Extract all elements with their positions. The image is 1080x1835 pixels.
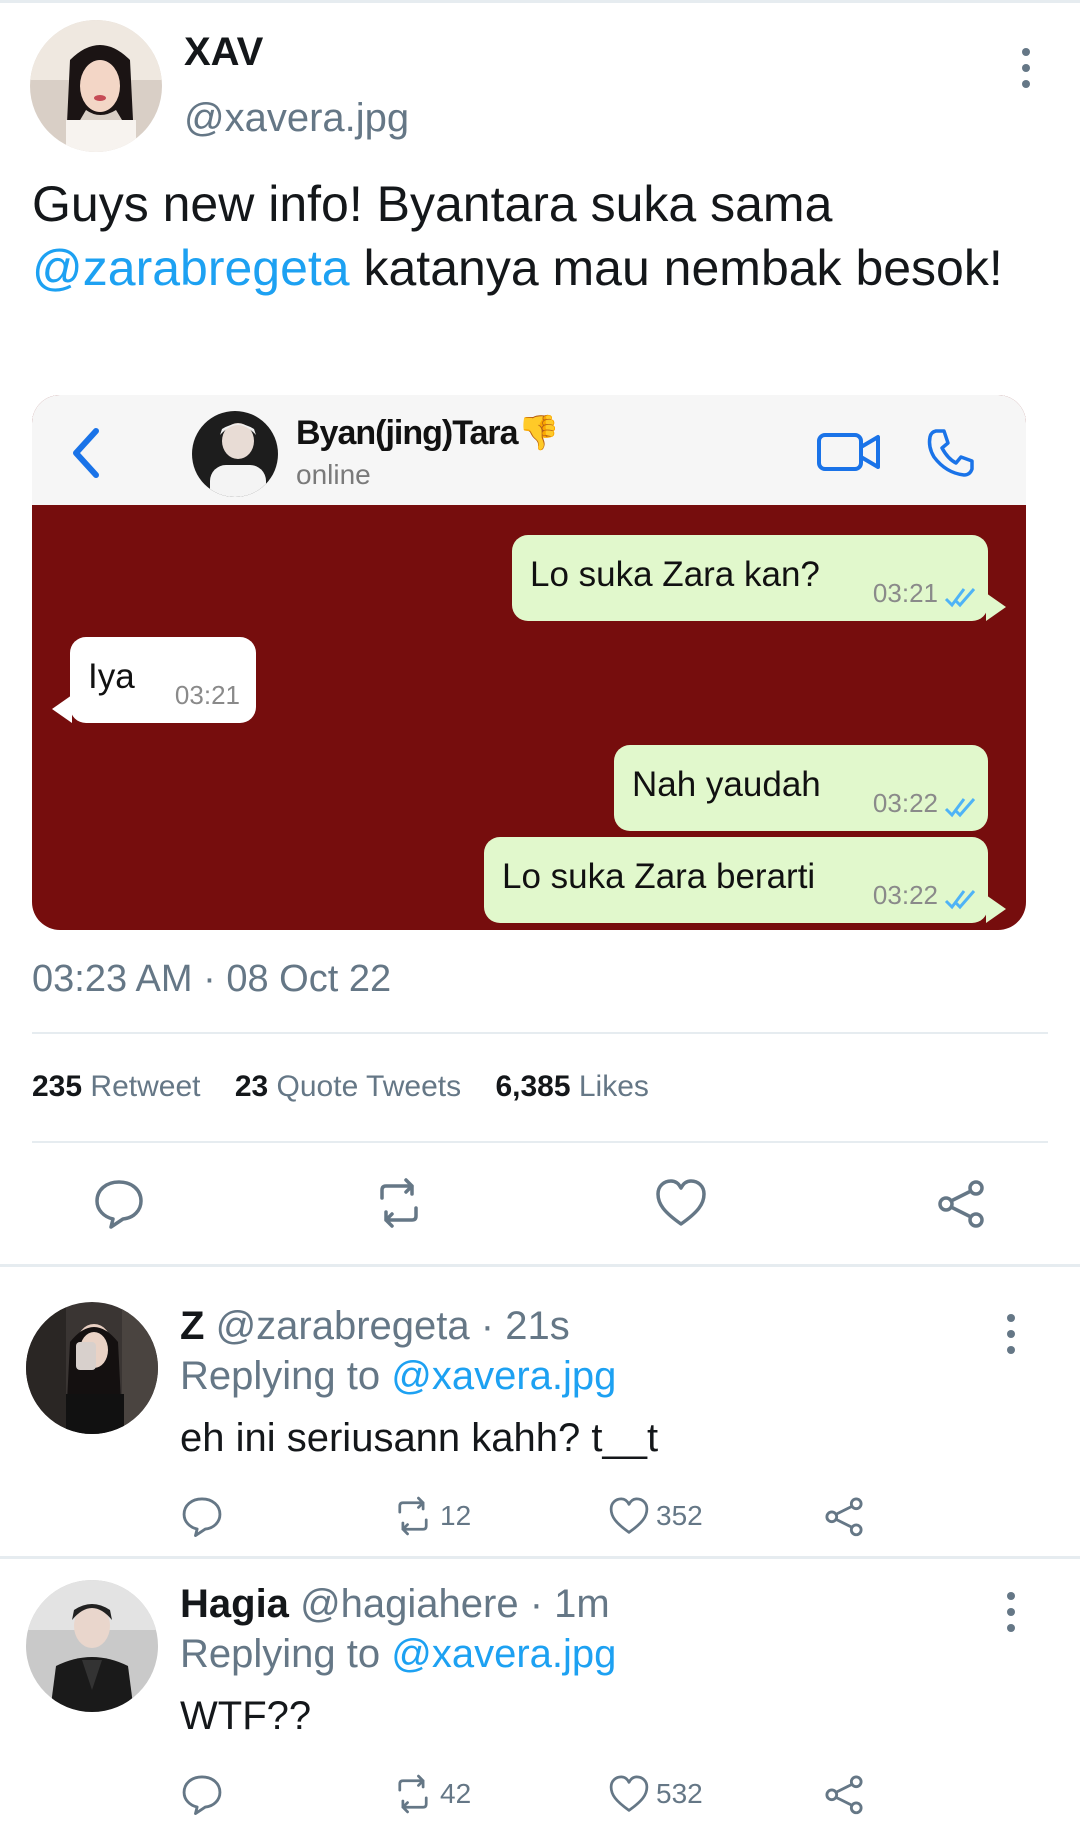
reply-author-name[interactable]: Z	[180, 1304, 204, 1348]
likes-label: Likes	[578, 1070, 649, 1103]
quotes-stat[interactable]: 23 Quote Tweets	[235, 1070, 461, 1103]
quotes-count: 23	[234, 1070, 269, 1103]
section-separator	[0, 1556, 1080, 1559]
phone-icon	[927, 429, 974, 477]
retweet-count: 12	[440, 1500, 472, 1531]
message-bubble: Iya 03:21	[52, 637, 256, 723]
replying-to-link[interactable]: @xavera.jpg	[391, 1354, 616, 1398]
reply-age: · 1m	[529, 1582, 610, 1626]
author-handle[interactable]: @xavera.jpg	[184, 96, 409, 141]
like-button[interactable]: 352	[608, 1494, 703, 1538]
likes-stat[interactable]: 6,385 Likes	[495, 1070, 648, 1103]
video-camera-icon	[817, 433, 880, 471]
reply-author-handle[interactable]: @hagiahere	[300, 1582, 519, 1626]
message-time: 03:22	[872, 788, 938, 818]
bubble-tail	[52, 695, 72, 723]
reply-header: Z @zarabregeta · 21s	[180, 1304, 570, 1349]
reply-button[interactable]	[180, 1772, 224, 1816]
retweets-stat[interactable]: 235 Retweet	[32, 1070, 200, 1103]
message-bubble: Lo suka Zara berarti 03:22	[484, 837, 1006, 923]
tweet-stats: 235 Retweet 23 Quote Tweets 6,385 Likes	[32, 1070, 675, 1104]
message-bubble: Nah yaudah 03:22	[614, 745, 988, 831]
chat-header: Byan(jing)Tara👎 online	[32, 395, 1026, 505]
message-bubble: Lo suka Zara kan? 03:21	[512, 535, 1006, 621]
double-check-icon	[944, 890, 976, 910]
double-check-icon	[944, 588, 976, 608]
share-button[interactable]	[822, 1494, 866, 1538]
message-time: 03:22	[872, 880, 938, 910]
replying-label: Replying to	[180, 1632, 381, 1676]
reply-text: eh ini seriusann kahh? t__t	[180, 1416, 659, 1460]
retweet-button[interactable]	[372, 1176, 426, 1230]
retweet-icon	[398, 1774, 428, 1814]
message-text: Lo suka Zara berarti	[502, 857, 816, 896]
tweet-text-part2: katanya mau nembak besok!	[349, 240, 1003, 296]
heart-icon	[609, 1497, 649, 1534]
author-avatar[interactable]	[30, 20, 162, 152]
more-options-icon[interactable]	[1020, 48, 1032, 88]
like-count: 352	[656, 1500, 703, 1531]
top-divider	[0, 0, 1080, 3]
thumbs-down-emoji: 👎	[517, 414, 560, 452]
like-count: 532	[656, 1778, 703, 1809]
likes-count: 6,385	[495, 1070, 571, 1103]
retweet-icon	[398, 1496, 428, 1536]
reply-button[interactable]	[180, 1494, 224, 1538]
bubble-tail	[986, 593, 1006, 621]
message-time: 03:21	[872, 578, 938, 608]
retweet-button[interactable]: 12	[392, 1494, 471, 1538]
contact-name-text: Byan(jing)Tara	[296, 414, 519, 452]
reply-avatar[interactable]	[26, 1580, 158, 1712]
tweet-text-part1: Guys new info! Byantara suka sama	[32, 176, 833, 232]
reply-author-name[interactable]: Hagia	[180, 1582, 289, 1626]
like-button[interactable]: 532	[608, 1772, 703, 1816]
reply-button[interactable]	[92, 1176, 146, 1230]
share-button[interactable]	[822, 1772, 866, 1816]
message-text: Lo suka Zara kan?	[530, 555, 820, 594]
chevron-left-icon	[73, 428, 99, 478]
replying-to: Replying to @xavera.jpg	[180, 1354, 616, 1399]
retweets-label: Retweet	[90, 1070, 201, 1103]
retweets-count: 235	[32, 1070, 83, 1103]
heart-icon	[609, 1775, 649, 1812]
replying-to: Replying to @xavera.jpg	[180, 1632, 616, 1677]
more-options-icon[interactable]	[1005, 1592, 1017, 1632]
section-separator	[0, 1264, 1080, 1267]
tweet-text: Guys new info! Byantara suka sama @zarab…	[32, 172, 1032, 300]
reply-avatar[interactable]	[26, 1302, 158, 1434]
mention-link[interactable]: @zarabregeta	[32, 240, 350, 296]
more-options-icon[interactable]	[1005, 1314, 1017, 1354]
bubble-tail	[986, 895, 1006, 923]
replying-to-link[interactable]: @xavera.jpg	[391, 1632, 616, 1676]
contact-status: online	[296, 459, 371, 490]
divider	[32, 1032, 1048, 1034]
double-check-icon	[944, 798, 976, 818]
reply-header: Hagia @hagiahere · 1m	[180, 1582, 610, 1627]
author-name[interactable]: XAV	[184, 30, 263, 75]
retweet-button[interactable]: 42	[392, 1772, 471, 1816]
retweet-count: 42	[440, 1778, 472, 1809]
divider	[32, 1141, 1048, 1143]
reply-author-handle[interactable]: @zarabregeta	[216, 1304, 470, 1348]
tweet-timestamp[interactable]: 03:23 AM · 08 Oct 22	[32, 958, 391, 1001]
contact-avatar	[192, 411, 278, 497]
replying-label: Replying to	[180, 1354, 381, 1398]
reply-age: · 21s	[480, 1304, 570, 1348]
contact-name: Byan(jing)Tara👎	[296, 413, 560, 453]
share-button[interactable]	[934, 1176, 988, 1230]
reply-text: WTF??	[180, 1694, 312, 1738]
quotes-label: Quote Tweets	[276, 1070, 462, 1103]
like-button[interactable]	[654, 1176, 708, 1230]
message-text: Iya	[88, 657, 135, 696]
chat-screenshot[interactable]: Byan(jing)Tara👎 online Lo suka Zara kan?…	[32, 395, 1026, 930]
message-text: Nah yaudah	[632, 765, 821, 804]
message-time: 03:21	[174, 680, 240, 710]
